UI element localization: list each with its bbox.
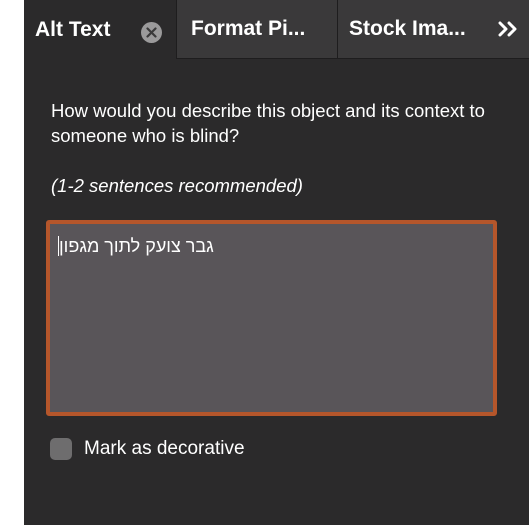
alt-text-input[interactable]: גבר צועק לתוך מגפון bbox=[46, 220, 497, 416]
double-chevron-right-icon[interactable] bbox=[487, 0, 529, 58]
close-icon[interactable] bbox=[141, 22, 162, 43]
tab-format-picture[interactable]: Format Pi... bbox=[176, 0, 337, 58]
tab-bar: Alt Text Format Pi... Stock Ima... bbox=[24, 0, 529, 59]
decorative-label: Mark as decorative bbox=[84, 438, 245, 459]
decorative-checkbox[interactable] bbox=[50, 438, 72, 460]
alt-text-panel: Alt Text Format Pi... Stock Ima... How w… bbox=[24, 0, 529, 525]
sentence-hint: (1-2 sentences recommended) bbox=[51, 175, 303, 196]
mark-decorative-option[interactable]: Mark as decorative bbox=[50, 438, 245, 460]
tab-label: Stock Ima... bbox=[349, 17, 466, 40]
tab-label: Alt Text bbox=[35, 17, 111, 41]
description-prompt: How would you describe this object and i… bbox=[51, 100, 485, 146]
tab-label: Format Pi... bbox=[191, 17, 306, 40]
tab-stock-images[interactable]: Stock Ima... bbox=[337, 0, 487, 58]
alt-text-value: גבר צועק לתוך מגפון bbox=[59, 236, 214, 256]
